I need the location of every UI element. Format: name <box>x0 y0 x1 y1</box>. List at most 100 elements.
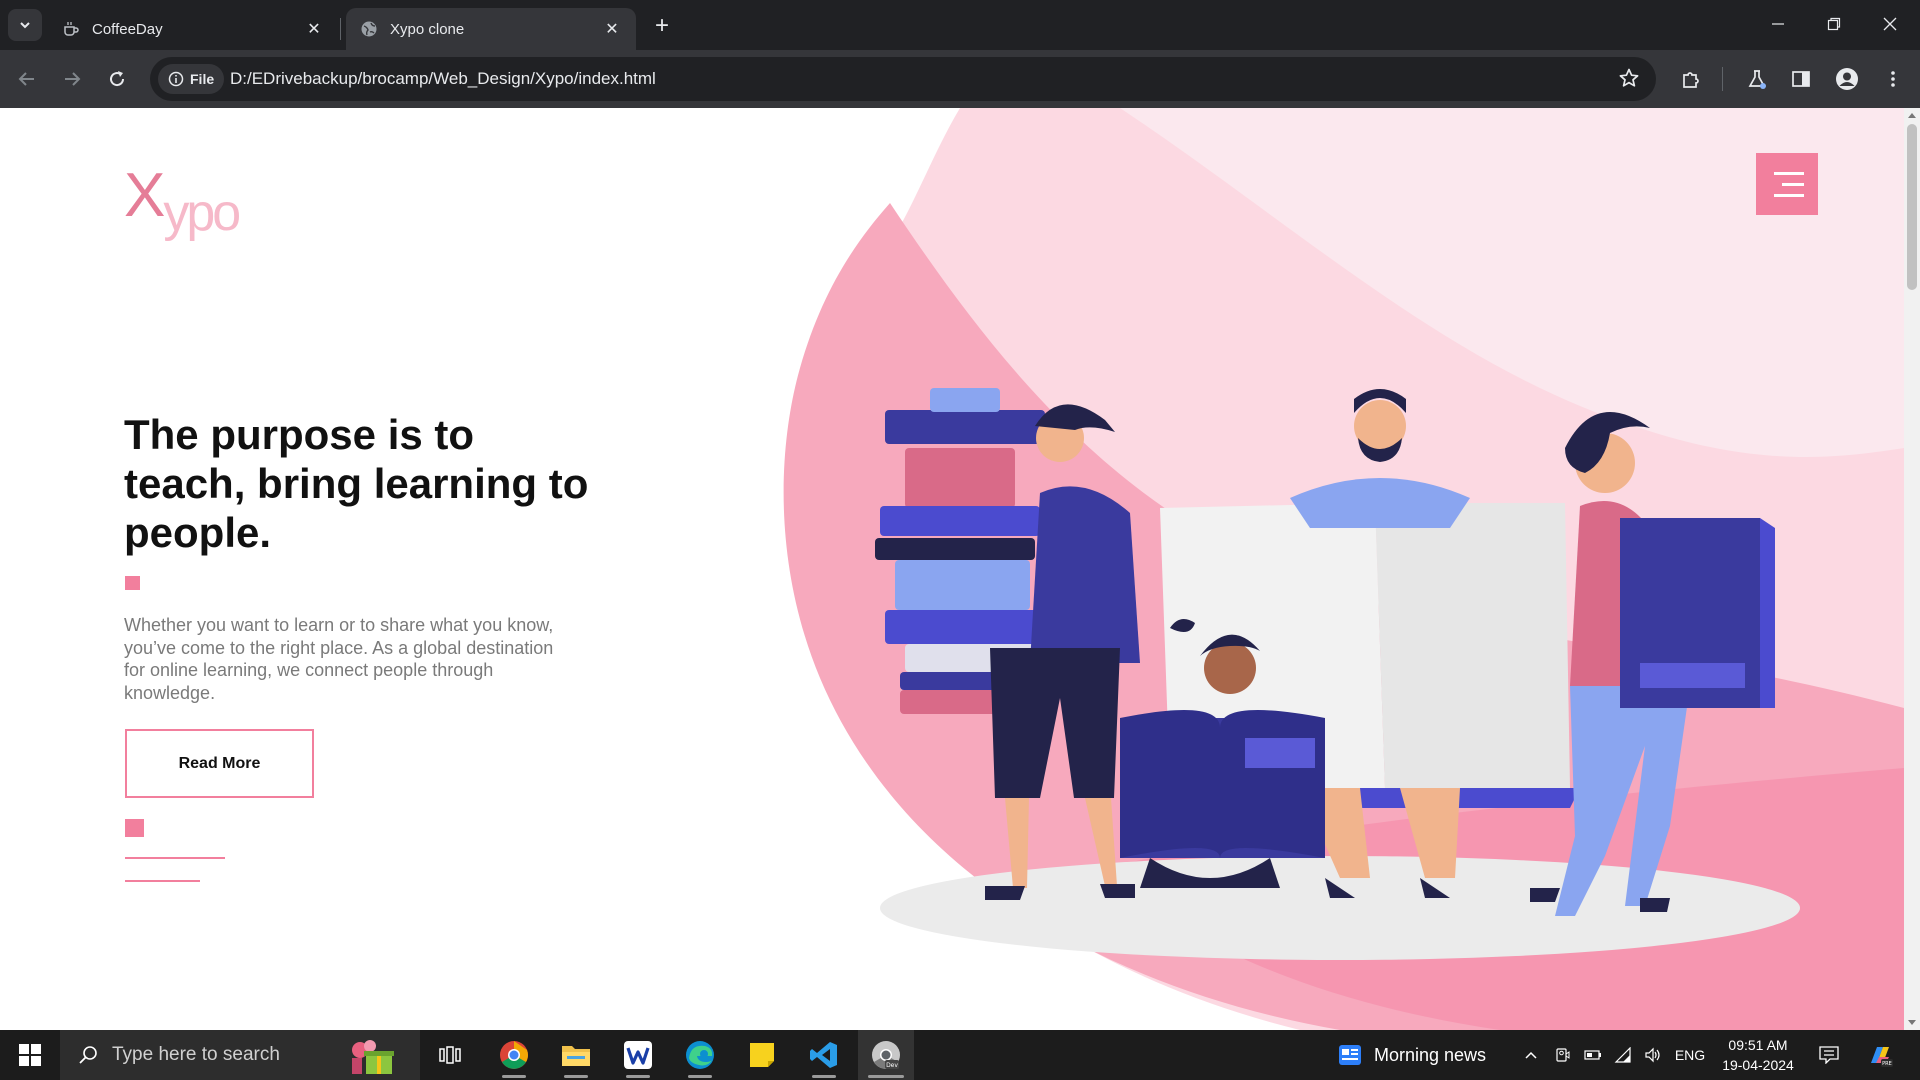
logo-letter: X <box>124 161 165 230</box>
battery-tray[interactable] <box>1580 1030 1606 1080</box>
browser-menu-button[interactable] <box>1876 62 1910 96</box>
taskbar-vscode[interactable] <box>796 1030 852 1080</box>
taskbar-search-box[interactable]: Type here to search <box>60 1030 420 1080</box>
tab-xypo-clone[interactable]: Xypo clone ✕ <box>346 8 636 50</box>
hero-headline: The purpose is to teach, bring learning … <box>124 411 589 556</box>
new-tab-button[interactable]: + <box>648 12 676 40</box>
close-tab-icon[interactable]: ✕ <box>304 19 324 39</box>
accent-square <box>125 819 144 837</box>
wifi-icon <box>1614 1047 1631 1063</box>
clock-time: 09:51 AM <box>1728 1037 1788 1053</box>
search-highlight-gift-icon <box>352 1040 394 1074</box>
minimize-icon <box>1772 23 1784 25</box>
menu-line <box>1782 182 1804 186</box>
read-more-button[interactable]: Read More <box>125 729 314 798</box>
windows-taskbar: Type here to search Dev Morning news ENG… <box>0 1030 1920 1080</box>
menu-line <box>1774 171 1804 175</box>
news-label: Morning news <box>1374 1044 1487 1065</box>
url-text[interactable]: D:/EDrivebackup/brocamp/Web_Design/Xypo/… <box>230 69 656 89</box>
info-icon <box>168 71 184 87</box>
flask-icon <box>1748 70 1766 89</box>
globe-icon <box>360 20 378 38</box>
system-clock[interactable]: 09:51 AM 19-04-2024 <box>1710 1035 1806 1075</box>
chrome-dev-icon: Dev <box>872 1041 900 1069</box>
forward-button[interactable] <box>55 62 89 96</box>
search-icon <box>79 1046 97 1064</box>
labs-button[interactable] <box>1740 62 1774 96</box>
show-hidden-icons-button[interactable] <box>1518 1030 1544 1080</box>
back-button[interactable] <box>10 62 44 96</box>
site-info-chip[interactable]: File <box>158 64 225 94</box>
tab-title: CoffeeDay <box>92 20 163 38</box>
chrome-icon <box>500 1041 528 1069</box>
clock-date: 19-04-2024 <box>1722 1057 1794 1073</box>
meet-now-tray[interactable] <box>1550 1030 1576 1080</box>
copilot-icon: PRE <box>1871 1047 1893 1067</box>
scrollbar-thumb[interactable] <box>1907 124 1917 290</box>
taskbar-chrome-dev[interactable]: Dev <box>858 1030 914 1080</box>
scroll-down-arrow-icon[interactable] <box>1908 1020 1916 1025</box>
start-button[interactable] <box>0 1030 60 1080</box>
tab-coffeeday[interactable]: CoffeeDay ✕ <box>48 8 338 50</box>
close-tab-icon[interactable]: ✕ <box>602 19 622 39</box>
page-scrollbar[interactable] <box>1904 108 1920 1030</box>
svg-text:PRE: PRE <box>1882 1061 1892 1067</box>
tab-title: Xypo clone <box>390 20 465 38</box>
profile-button[interactable] <box>1830 62 1864 96</box>
taskbar-edge[interactable] <box>672 1030 728 1080</box>
puzzle-icon <box>1683 72 1699 88</box>
reload-icon <box>110 71 125 87</box>
copilot-button[interactable]: PRE <box>1862 1030 1898 1080</box>
taskbar-sticky-notes[interactable] <box>734 1030 790 1080</box>
logo-rest: ypo <box>163 184 241 242</box>
site-info-label: File <box>190 71 215 87</box>
bookmark-star-icon[interactable] <box>1618 67 1640 94</box>
hero-background-blob <box>783 108 1904 1030</box>
close-window-button[interactable] <box>1862 0 1918 48</box>
extensions-button[interactable] <box>1674 62 1708 96</box>
accent-square <box>125 576 140 590</box>
network-tray[interactable] <box>1610 1030 1636 1080</box>
tab-search-button[interactable] <box>8 9 42 41</box>
restore-button[interactable] <box>1806 0 1862 48</box>
task-view-button[interactable] <box>422 1030 478 1080</box>
taskbar-file-explorer[interactable] <box>548 1030 604 1080</box>
battery-icon <box>1584 1050 1601 1060</box>
sticky-notes-icon <box>750 1043 774 1067</box>
word-app-icon <box>624 1041 652 1069</box>
arrow-left-icon <box>18 72 34 86</box>
volume-tray[interactable] <box>1640 1030 1666 1080</box>
news-widget[interactable]: Morning news <box>1338 1030 1486 1080</box>
close-icon <box>1883 17 1897 31</box>
menu-line <box>1774 193 1804 197</box>
avatar-icon <box>1836 68 1858 90</box>
toolbar-divider <box>1722 67 1723 91</box>
news-icon <box>1339 1045 1361 1065</box>
accent-line <box>125 857 225 859</box>
scroll-up-arrow-icon[interactable] <box>1908 113 1916 118</box>
side-panel-button[interactable] <box>1784 62 1818 96</box>
notifications-button[interactable] <box>1814 1030 1844 1080</box>
speaker-icon <box>1645 1047 1660 1063</box>
hamburger-menu-button[interactable] <box>1756 153 1818 215</box>
file-explorer-icon <box>562 1046 590 1066</box>
taskbar-word-app[interactable] <box>610 1030 666 1080</box>
language-indicator[interactable]: ENG <box>1672 1030 1708 1080</box>
site-logo[interactable]: Xypo <box>124 160 241 242</box>
kebab-menu-icon <box>1891 71 1895 87</box>
page-viewport: Xypo The purpose is to teach, bring lear… <box>0 108 1920 1030</box>
tab-separator <box>340 18 341 40</box>
chevron-down-icon <box>20 22 30 29</box>
reload-button[interactable] <box>100 62 134 96</box>
restore-icon <box>1827 17 1841 31</box>
hero-paragraph: Whether you want to learn or to share wh… <box>124 615 554 703</box>
coffee-cup-icon <box>62 20 80 38</box>
windows-logo-icon <box>19 1044 41 1066</box>
taskbar-chrome[interactable] <box>486 1030 542 1080</box>
notification-icon <box>1819 1046 1839 1064</box>
minimize-button[interactable] <box>1750 0 1806 48</box>
search-placeholder: Type here to search <box>112 1044 280 1065</box>
arrow-right-icon <box>65 72 81 86</box>
address-bar[interactable]: File D:/EDrivebackup/brocamp/Web_Design/… <box>150 57 1656 101</box>
camera-icon <box>1556 1048 1570 1062</box>
